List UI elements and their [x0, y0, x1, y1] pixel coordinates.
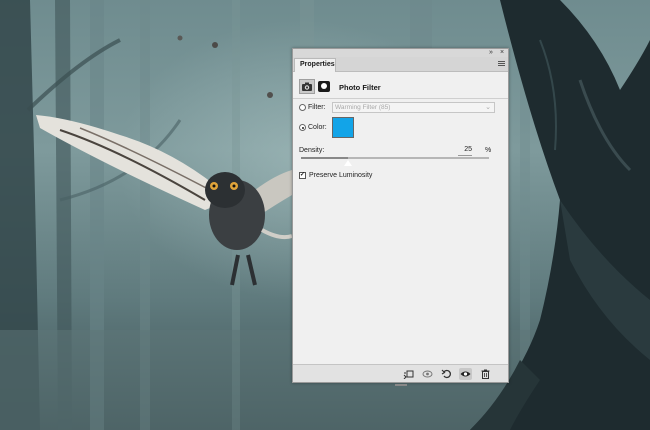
color-radio[interactable]	[299, 124, 306, 131]
view-previous-state-icon[interactable]	[421, 368, 434, 380]
panel-tab-strip: Properties	[293, 57, 508, 72]
filter-label: Filter:	[308, 104, 326, 111]
properties-panel: » × Properties Photo Filter Filter: Warm…	[292, 48, 509, 386]
density-label: Density:	[299, 147, 325, 154]
density-slider-thumb[interactable]	[343, 159, 353, 167]
color-label: Color:	[308, 124, 327, 131]
panel-menu-icon[interactable]	[498, 61, 505, 67]
double-chevron-icon[interactable]: »	[489, 48, 493, 57]
density-input[interactable]: 25	[456, 146, 472, 156]
density-unit: %	[485, 147, 492, 154]
divider	[293, 98, 508, 99]
trash-icon[interactable]	[479, 368, 492, 380]
panel-footer	[293, 364, 508, 386]
density-slider-fill	[301, 157, 348, 159]
preserve-luminosity-label: Preserve Luminosity	[309, 172, 373, 179]
layer-mask-icon[interactable]	[318, 81, 330, 92]
visibility-eye-icon[interactable]	[459, 368, 472, 380]
filter-radio[interactable]	[299, 104, 306, 111]
adjustment-title: Photo Filter	[339, 83, 381, 92]
adjustment-header: Photo Filter	[299, 79, 504, 95]
panel-title-bar[interactable]: » ×	[293, 49, 508, 57]
photo-filter-adjustment-icon[interactable]	[299, 79, 315, 94]
reset-icon[interactable]	[440, 368, 453, 380]
clip-to-layer-icon[interactable]	[402, 368, 415, 380]
color-swatch[interactable]	[332, 117, 354, 138]
tab-properties[interactable]: Properties	[294, 58, 336, 72]
close-icon[interactable]: ×	[500, 48, 504, 57]
filter-select-value: Warming Filter (85)	[335, 104, 391, 111]
preserve-luminosity-checkbox[interactable]: ✓	[299, 172, 306, 179]
resize-grip[interactable]	[395, 384, 407, 386]
density-slider[interactable]	[301, 157, 489, 167]
tab-properties-label: Properties	[300, 61, 335, 68]
filter-select[interactable]: Warming Filter (85) ⌄	[332, 102, 495, 113]
chevron-down-icon: ⌄	[485, 104, 491, 111]
